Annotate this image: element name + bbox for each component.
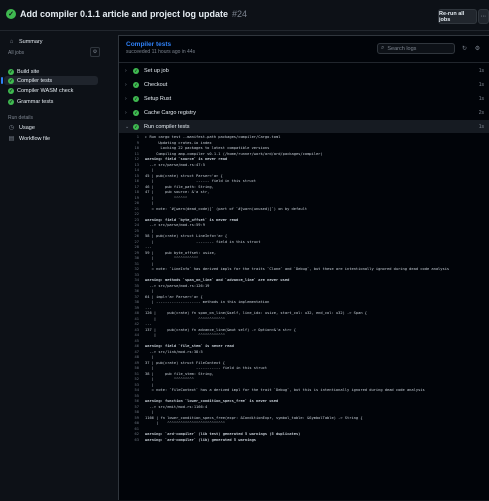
usage-label: Usage bbox=[19, 124, 35, 131]
sidebar-job-compiler-wasm-check[interactable]: ✓ Compiler WASM check bbox=[4, 86, 98, 95]
all-jobs-label: All jobs bbox=[8, 50, 25, 56]
step-label: Setup Rust bbox=[144, 95, 172, 102]
workflow-title-row: ✓ Add compiler 0.1.1 article and project… bbox=[6, 9, 247, 19]
log-line-text: | -------- field in this struct bbox=[145, 239, 261, 244]
success-check-icon: ✓ bbox=[133, 67, 139, 74]
chevron-right-icon: › bbox=[125, 81, 127, 88]
log-line: 32 = note: `LineInfo` has derived impls … bbox=[119, 267, 489, 273]
step-setup-rust[interactable]: › ✓ Setup Rust 1s bbox=[119, 92, 489, 105]
step-run-compiler-tests[interactable]: ⌄ ✓ Run compiler tests 1s bbox=[119, 120, 489, 133]
step-duration: 2s bbox=[478, 109, 484, 116]
success-check-icon: ✓ bbox=[133, 123, 139, 130]
sidebar-job-build-site[interactable]: ✓ Build site bbox=[4, 67, 98, 76]
log-line-text: | -------------------- methods in this i… bbox=[145, 300, 270, 304]
success-check-icon: ✓ bbox=[8, 87, 14, 94]
step-duration: 1s bbox=[478, 81, 484, 88]
log-line: 63 warning: `ard-compiler` (lib) generate… bbox=[119, 438, 489, 444]
job-label: Build site bbox=[17, 68, 40, 75]
log-line-number[interactable]: 63 bbox=[119, 438, 145, 444]
job-log-panel: Compiler tests succeeded 11 hours ago in… bbox=[118, 35, 489, 500]
log-line-text: | ^^^^^^^^^^^^ bbox=[145, 316, 225, 321]
log-line-text: | ^^^^^^^^^^^^^^^^^^^^^^^^^^ bbox=[145, 421, 225, 425]
success-check-icon: ✓ bbox=[8, 68, 14, 75]
run-number: #24 bbox=[232, 9, 248, 19]
log-line-text: warning: `ard-compiler` (lib) generated … bbox=[145, 437, 257, 442]
job-label: Compiler tests bbox=[17, 77, 53, 84]
usage-link[interactable]: ◷ Usage bbox=[8, 124, 35, 132]
success-check-icon: ✓ bbox=[133, 81, 139, 88]
file-icon: ▤ bbox=[8, 136, 15, 142]
log-line-text: | ^^^^^^^^^^^^ bbox=[145, 333, 225, 337]
workflow-title: Add compiler 0.1.1 article and project l… bbox=[20, 9, 229, 19]
run-details-label: Run details bbox=[8, 115, 34, 121]
success-check-icon: ✓ bbox=[8, 98, 14, 105]
job-header: Compiler tests succeeded 11 hours ago in… bbox=[119, 36, 489, 63]
search-icon: ⌕ bbox=[381, 45, 385, 51]
log-line-text: --> src/parse/mod.rs:126:19 bbox=[145, 283, 210, 288]
sidebar: ⌂ Summary All jobs ⚙ ✓ Build site ✓ Comp… bbox=[0, 31, 110, 500]
refresh-icon[interactable]: ↻ bbox=[460, 44, 469, 53]
log-line-text: --> src/parse/mod.rs:47:5 bbox=[145, 162, 205, 167]
success-check-icon: ✓ bbox=[133, 95, 139, 102]
more-options-button[interactable]: ··· bbox=[478, 9, 489, 24]
workflow-file-label: Workflow file bbox=[19, 135, 51, 142]
step-cache-cargo-registry[interactable]: › ✓ Cache Cargo registry 2s bbox=[119, 106, 489, 119]
chevron-right-icon: › bbox=[125, 95, 127, 102]
sidebar-job-grammar-tests[interactable]: ✓ Grammar tests bbox=[4, 97, 98, 106]
step-duration: 1s bbox=[478, 95, 484, 102]
workflow-header: ✓ Add compiler 0.1.1 article and project… bbox=[0, 0, 489, 31]
summary-link[interactable]: ⌂ Summary bbox=[8, 38, 43, 45]
log-output: 1 ▸ Run cargo test --manifest-path packag… bbox=[119, 135, 489, 501]
success-check-icon: ✓ bbox=[8, 77, 14, 84]
log-line-text: --> src/emit/mod.rs:1166:4 bbox=[145, 404, 208, 409]
job-label: Grammar tests bbox=[17, 98, 54, 105]
success-check-icon: ✓ bbox=[133, 109, 139, 116]
step-label: Cache Cargo registry bbox=[144, 109, 196, 116]
success-check-icon: ✓ bbox=[6, 9, 16, 19]
summary-label: Summary bbox=[19, 38, 43, 45]
step-set-up-job[interactable]: › ✓ Set up job 1s bbox=[119, 64, 489, 77]
chevron-down-icon: ⌄ bbox=[125, 123, 130, 130]
workflow-file-link[interactable]: ▤ Workflow file bbox=[8, 135, 51, 143]
job-title[interactable]: Compiler tests bbox=[126, 41, 171, 48]
log-line-text: --> src/parse/mod.rs:59:9 bbox=[145, 223, 205, 227]
settings-gear-icon[interactable]: ⚙ bbox=[90, 47, 100, 57]
job-status: succeeded 11 hours ago in 44s bbox=[126, 49, 196, 55]
log-line-text: = note: `#[warn(dead_code)]` (part of `#… bbox=[145, 206, 308, 211]
step-checkout[interactable]: › ✓ Checkout 1s bbox=[119, 78, 489, 91]
log-line-text: = note: `FileContext` has a derived impl… bbox=[145, 388, 425, 392]
rerun-all-jobs-button[interactable]: Re-run all jobs bbox=[438, 9, 477, 24]
search-logs-field[interactable]: ⌕ bbox=[377, 43, 455, 54]
search-logs-input[interactable] bbox=[387, 45, 448, 52]
chevron-right-icon: › bbox=[125, 67, 127, 74]
step-duration: 1s bbox=[478, 123, 484, 130]
chevron-right-icon: › bbox=[125, 109, 127, 116]
sidebar-job-compiler-tests[interactable]: ✓ Compiler tests bbox=[1, 76, 98, 85]
step-label: Run compiler tests bbox=[144, 123, 190, 130]
step-duration: 1s bbox=[478, 67, 484, 74]
home-icon: ⌂ bbox=[9, 38, 14, 45]
step-label: Checkout bbox=[144, 81, 168, 88]
clock-icon: ◷ bbox=[8, 125, 15, 131]
gear-icon[interactable]: ⚙ bbox=[473, 44, 482, 53]
log-line-text: = note: `LineInfo` has derived impls for… bbox=[145, 267, 450, 271]
job-label: Compiler WASM check bbox=[17, 87, 74, 94]
step-label: Set up job bbox=[144, 67, 169, 74]
